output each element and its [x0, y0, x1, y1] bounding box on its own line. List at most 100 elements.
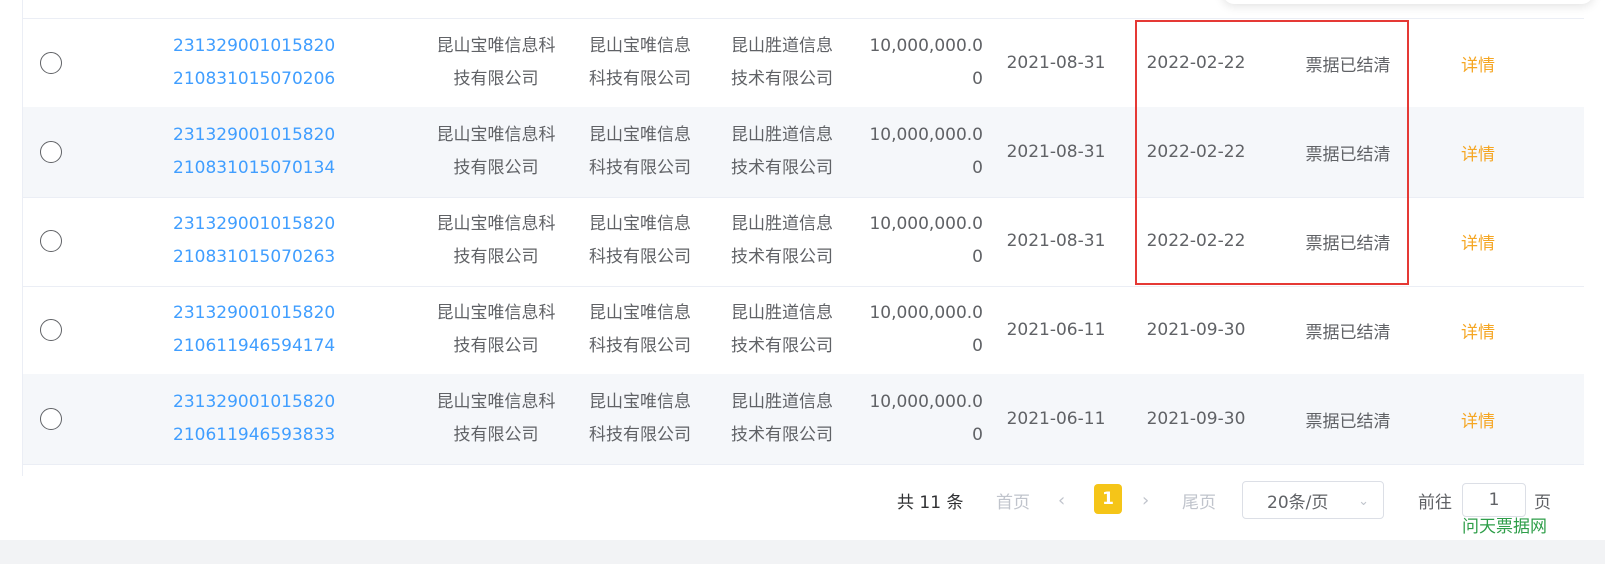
due-date: 2021-09-30 — [1146, 409, 1246, 429]
bill-number-link[interactable]: 231329001015820 210831015070134 — [173, 107, 373, 197]
acceptor-line1: 昆山宝唯信息 — [589, 214, 691, 234]
detail-link[interactable]: 详情 — [1433, 18, 1523, 108]
holder-cell: 昆山胜道信息 技术有限公司 — [711, 107, 853, 197]
amount-line1: 10,000,000.0 — [869, 125, 983, 145]
drawer-cell: 昆山宝唯信息科 技有限公司 — [423, 107, 569, 197]
page-number-current[interactable]: 1 — [1094, 484, 1122, 514]
popover-edge — [1223, 0, 1593, 4]
acceptor-cell: 昆山宝唯信息 科技有限公司 — [569, 285, 711, 375]
holder-line2: 技术有限公司 — [731, 69, 833, 89]
drawer-line1: 昆山宝唯信息科 — [436, 36, 556, 56]
bill-number-line1[interactable]: 231329001015820 — [173, 386, 335, 419]
bill-number-line2[interactable]: 210831015070263 — [173, 241, 335, 274]
acceptor-line2: 科技有限公司 — [589, 158, 691, 178]
bill-number-line2[interactable]: 210611946593833 — [173, 419, 335, 452]
chevron-right-icon[interactable]: › — [1142, 480, 1149, 520]
table-row: 231329001015820 210611946593833 昆山宝唯信息科 … — [23, 374, 1584, 465]
bill-number-link[interactable]: 231329001015820 210611946593833 — [173, 374, 373, 464]
acceptor-line1: 昆山宝唯信息 — [589, 392, 691, 412]
holder-cell: 昆山胜道信息 技术有限公司 — [711, 285, 853, 375]
row-radio[interactable] — [40, 319, 62, 341]
drawer-line2: 技有限公司 — [453, 247, 539, 267]
first-page-button[interactable]: 首页 — [996, 480, 1030, 520]
due-date: 2021-09-30 — [1146, 320, 1246, 340]
amount-cell: 10,000,000.0 0 — [863, 196, 983, 286]
acceptor-line1: 昆山宝唯信息 — [589, 303, 691, 323]
holder-line1: 昆山胜道信息 — [731, 36, 833, 56]
drawer-line1: 昆山宝唯信息科 — [436, 392, 556, 412]
drawer-line1: 昆山宝唯信息科 — [436, 214, 556, 234]
status-text: 票据已结清 — [1305, 411, 1391, 432]
drawer-line1: 昆山宝唯信息科 — [436, 303, 556, 323]
issue-date: 2021-08-31 — [1006, 231, 1106, 251]
table-row: 231329001015820 210611946594174 昆山宝唯信息科 … — [23, 285, 1584, 376]
bill-number-line1[interactable]: 231329001015820 — [173, 297, 335, 330]
bill-number-link[interactable]: 231329001015820 210831015070263 — [173, 196, 373, 286]
issue-date: 2021-08-31 — [1006, 142, 1106, 162]
drawer-cell: 昆山宝唯信息科 技有限公司 — [423, 285, 569, 375]
page-size-select[interactable]: 20条/页 ⌄ — [1242, 481, 1384, 519]
amount-cell: 10,000,000.0 0 — [863, 107, 983, 197]
bill-number-link[interactable]: 231329001015820 210831015070206 — [173, 18, 373, 108]
detail-link[interactable]: 详情 — [1433, 374, 1523, 464]
chevron-down-icon: ⌄ — [1358, 494, 1369, 509]
amount-cell: 10,000,000.0 0 — [863, 285, 983, 375]
issue-date: 2021-06-11 — [1006, 320, 1106, 340]
holder-line1: 昆山胜道信息 — [731, 125, 833, 145]
detail-link[interactable]: 详情 — [1433, 107, 1523, 197]
drawer-line2: 技有限公司 — [453, 425, 539, 445]
holder-line1: 昆山胜道信息 — [731, 303, 833, 323]
bill-number-line1[interactable]: 231329001015820 — [173, 119, 335, 152]
acceptor-line2: 科技有限公司 — [589, 336, 691, 356]
bill-number-line2[interactable]: 210611946594174 — [173, 330, 335, 363]
drawer-cell: 昆山宝唯信息科 技有限公司 — [423, 196, 569, 286]
bill-number-line2[interactable]: 210831015070206 — [173, 63, 335, 96]
row-radio[interactable] — [40, 141, 62, 163]
drawer-cell: 昆山宝唯信息科 技有限公司 — [423, 18, 569, 108]
holder-line2: 技术有限公司 — [731, 336, 833, 356]
page-size-value: 20条/页 — [1267, 492, 1329, 513]
issue-date: 2021-08-31 — [1006, 53, 1106, 73]
acceptor-line2: 科技有限公司 — [589, 247, 691, 267]
holder-line2: 技术有限公司 — [731, 158, 833, 178]
acceptor-cell: 昆山宝唯信息 科技有限公司 — [569, 18, 711, 108]
amount-line2: 0 — [972, 158, 983, 178]
goto-label: 前往 — [1418, 492, 1452, 513]
amount-line1: 10,000,000.0 — [869, 303, 983, 323]
last-page-button[interactable]: 尾页 — [1182, 480, 1216, 520]
detail-link[interactable]: 详情 — [1433, 285, 1523, 375]
holder-line1: 昆山胜道信息 — [731, 392, 833, 412]
drawer-line2: 技有限公司 — [453, 336, 539, 356]
pagination: 共 11 条 首页 ‹ 1 › 尾页 20条/页 ⌄ 前往 1 页 — [0, 480, 1605, 520]
chevron-left-icon[interactable]: ‹ — [1058, 480, 1065, 520]
amount-line1: 10,000,000.0 — [869, 214, 983, 234]
amount-line2: 0 — [972, 336, 983, 356]
amount-cell: 10,000,000.0 0 — [863, 18, 983, 108]
status-text: 票据已结清 — [1305, 322, 1391, 343]
acceptor-cell: 昆山宝唯信息 科技有限公司 — [569, 107, 711, 197]
total-count: 共 11 条 — [897, 492, 964, 513]
drawer-line2: 技有限公司 — [453, 69, 539, 89]
row-radio[interactable] — [40, 52, 62, 74]
amount-line1: 10,000,000.0 — [869, 392, 983, 412]
acceptor-cell: 昆山宝唯信息 科技有限公司 — [569, 196, 711, 286]
holder-line2: 技术有限公司 — [731, 425, 833, 445]
bill-number-line1[interactable]: 231329001015820 — [173, 208, 335, 241]
amount-line1: 10,000,000.0 — [869, 36, 983, 56]
amount-line2: 0 — [972, 247, 983, 267]
acceptor-line2: 科技有限公司 — [589, 425, 691, 445]
drawer-line1: 昆山宝唯信息科 — [436, 125, 556, 145]
amount-cell: 10,000,000.0 0 — [863, 374, 983, 464]
bill-number-link[interactable]: 231329001015820 210611946594174 — [173, 285, 373, 375]
bill-number-line1[interactable]: 231329001015820 — [173, 30, 335, 63]
amount-line2: 0 — [972, 69, 983, 89]
bill-number-line2[interactable]: 210831015070134 — [173, 152, 335, 185]
row-radio[interactable] — [40, 230, 62, 252]
holder-cell: 昆山胜道信息 技术有限公司 — [711, 196, 853, 286]
row-radio[interactable] — [40, 408, 62, 430]
highlight-box — [1135, 20, 1409, 285]
detail-link[interactable]: 详情 — [1433, 196, 1523, 286]
holder-line2: 技术有限公司 — [731, 247, 833, 267]
horizontal-scrollbar[interactable] — [0, 540, 1605, 564]
watermark: 问天票据网 — [1462, 517, 1547, 537]
